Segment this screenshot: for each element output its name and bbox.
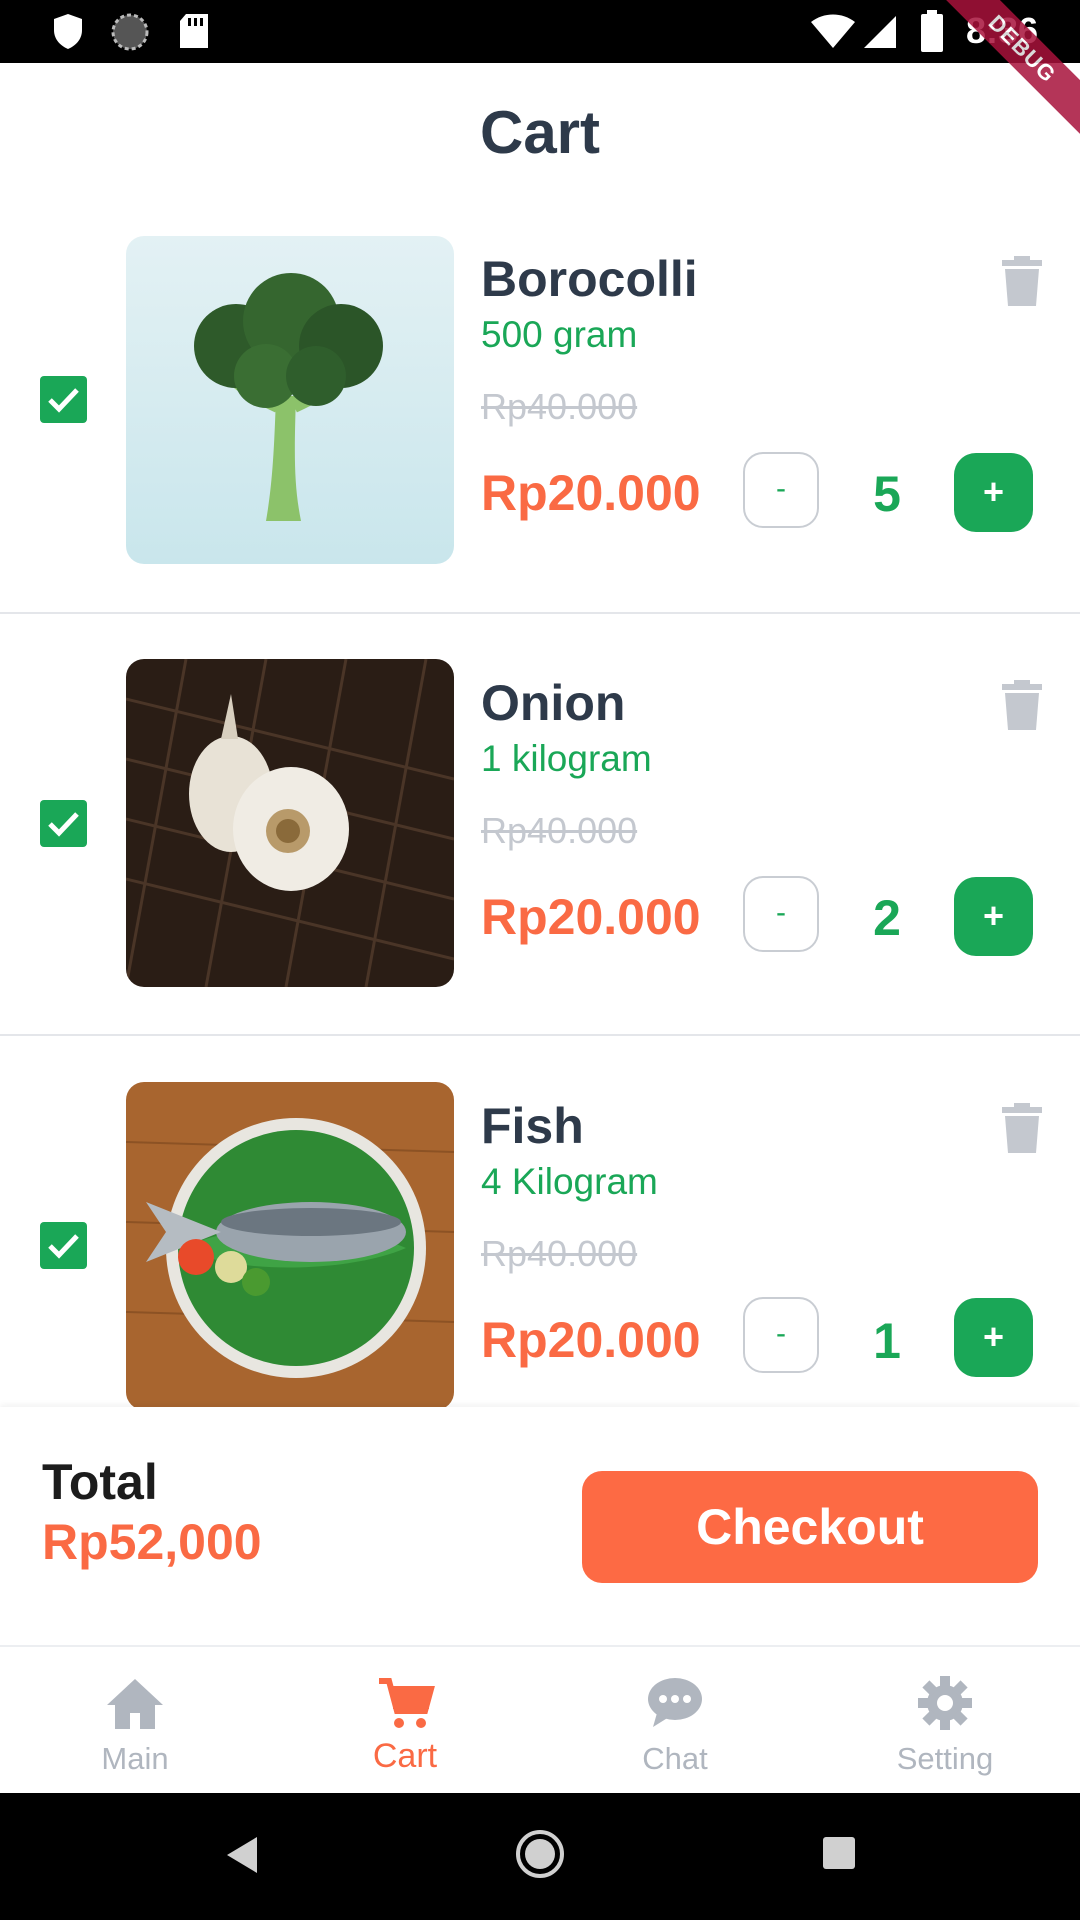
battery-icon [921,10,943,52]
item-price: Rp20.000 [481,1312,701,1368]
item-name: Borocolli [481,251,698,307]
nav-label: Chat [642,1741,708,1776]
trash-icon[interactable] [1002,680,1042,730]
nav-label: Main [101,1741,169,1776]
item-weight: 500 gram [481,314,638,355]
trash-icon[interactable] [1002,1103,1042,1153]
decrease-quantity-button[interactable]: - [743,876,819,952]
item-quantity: 2 [873,890,901,946]
increase-quantity-button[interactable]: + [954,453,1033,532]
nav-item-main[interactable]: Main [0,1647,270,1795]
item-checkbox[interactable] [40,376,87,423]
home-button-icon[interactable] [515,1829,565,1879]
nav-item-setting[interactable]: Setting [810,1647,1080,1795]
item-checkbox[interactable] [40,1222,87,1269]
total-label: Total [42,1454,158,1510]
trash-icon[interactable] [1002,256,1042,306]
item-weight: 4 Kilogram [481,1161,658,1202]
item-name: Fish [481,1098,584,1154]
item-price: Rp20.000 [481,465,701,521]
item-image [126,1082,454,1410]
item-price: Rp20.000 [481,889,701,945]
sync-icon [111,13,149,51]
item-original-price: Rp40.000 [481,386,638,427]
signal-icon [864,16,896,48]
item-image [126,659,454,987]
item-quantity: 5 [873,466,901,522]
increase-quantity-button[interactable]: + [954,1298,1033,1377]
nav-item-chat[interactable]: Chat [540,1647,810,1795]
item-image [126,236,454,564]
gear-icon [918,1676,972,1730]
nav-label: Cart [372,1737,438,1775]
back-icon[interactable] [225,1835,259,1875]
cart-item: Onion 1 kilogram Rp40.000 Rp20.000 - 2 + [0,612,1080,1036]
total-value: Rp52,000 [42,1514,262,1570]
check-icon [48,388,79,413]
item-checkbox[interactable] [40,800,87,847]
item-original-price: Rp40.000 [481,1233,638,1274]
page-title: Cart [479,99,601,166]
system-nav-bar [0,1793,1080,1920]
recents-icon[interactable] [822,1836,856,1870]
sd-card-icon [180,14,208,48]
item-weight: 1 kilogram [481,738,652,779]
cart-summary: Total Rp52,000 Checkout [0,1407,1080,1645]
bottom-nav: Main Cart Chat Setting [0,1645,1080,1795]
cart-icon [379,1678,435,1728]
item-original-price: Rp40.000 [481,810,638,851]
nav-label: Setting [896,1741,994,1776]
status-bar: 8:36 DEBUG [0,0,1080,148]
shield-icon [54,14,82,49]
increase-quantity-button[interactable]: + [954,877,1033,956]
cart-item: Fish 4 Kilogram Rp40.000 Rp20.000 - 1 + [0,1035,1080,1457]
item-quantity: 1 [873,1313,901,1369]
check-icon [48,812,79,837]
cart-item: Borocolli 500 gram Rp40.000 Rp20.000 - 5… [0,190,1080,614]
decrease-quantity-button[interactable]: - [743,1297,819,1373]
item-name: Onion [481,675,626,731]
decrease-quantity-button[interactable]: - [743,452,819,528]
chat-icon [648,1678,702,1727]
checkout-button[interactable]: Checkout [582,1471,1038,1583]
nav-item-cart[interactable]: Cart [270,1647,540,1795]
wifi-icon [811,14,855,48]
home-icon [107,1679,163,1729]
check-icon [48,1234,79,1259]
